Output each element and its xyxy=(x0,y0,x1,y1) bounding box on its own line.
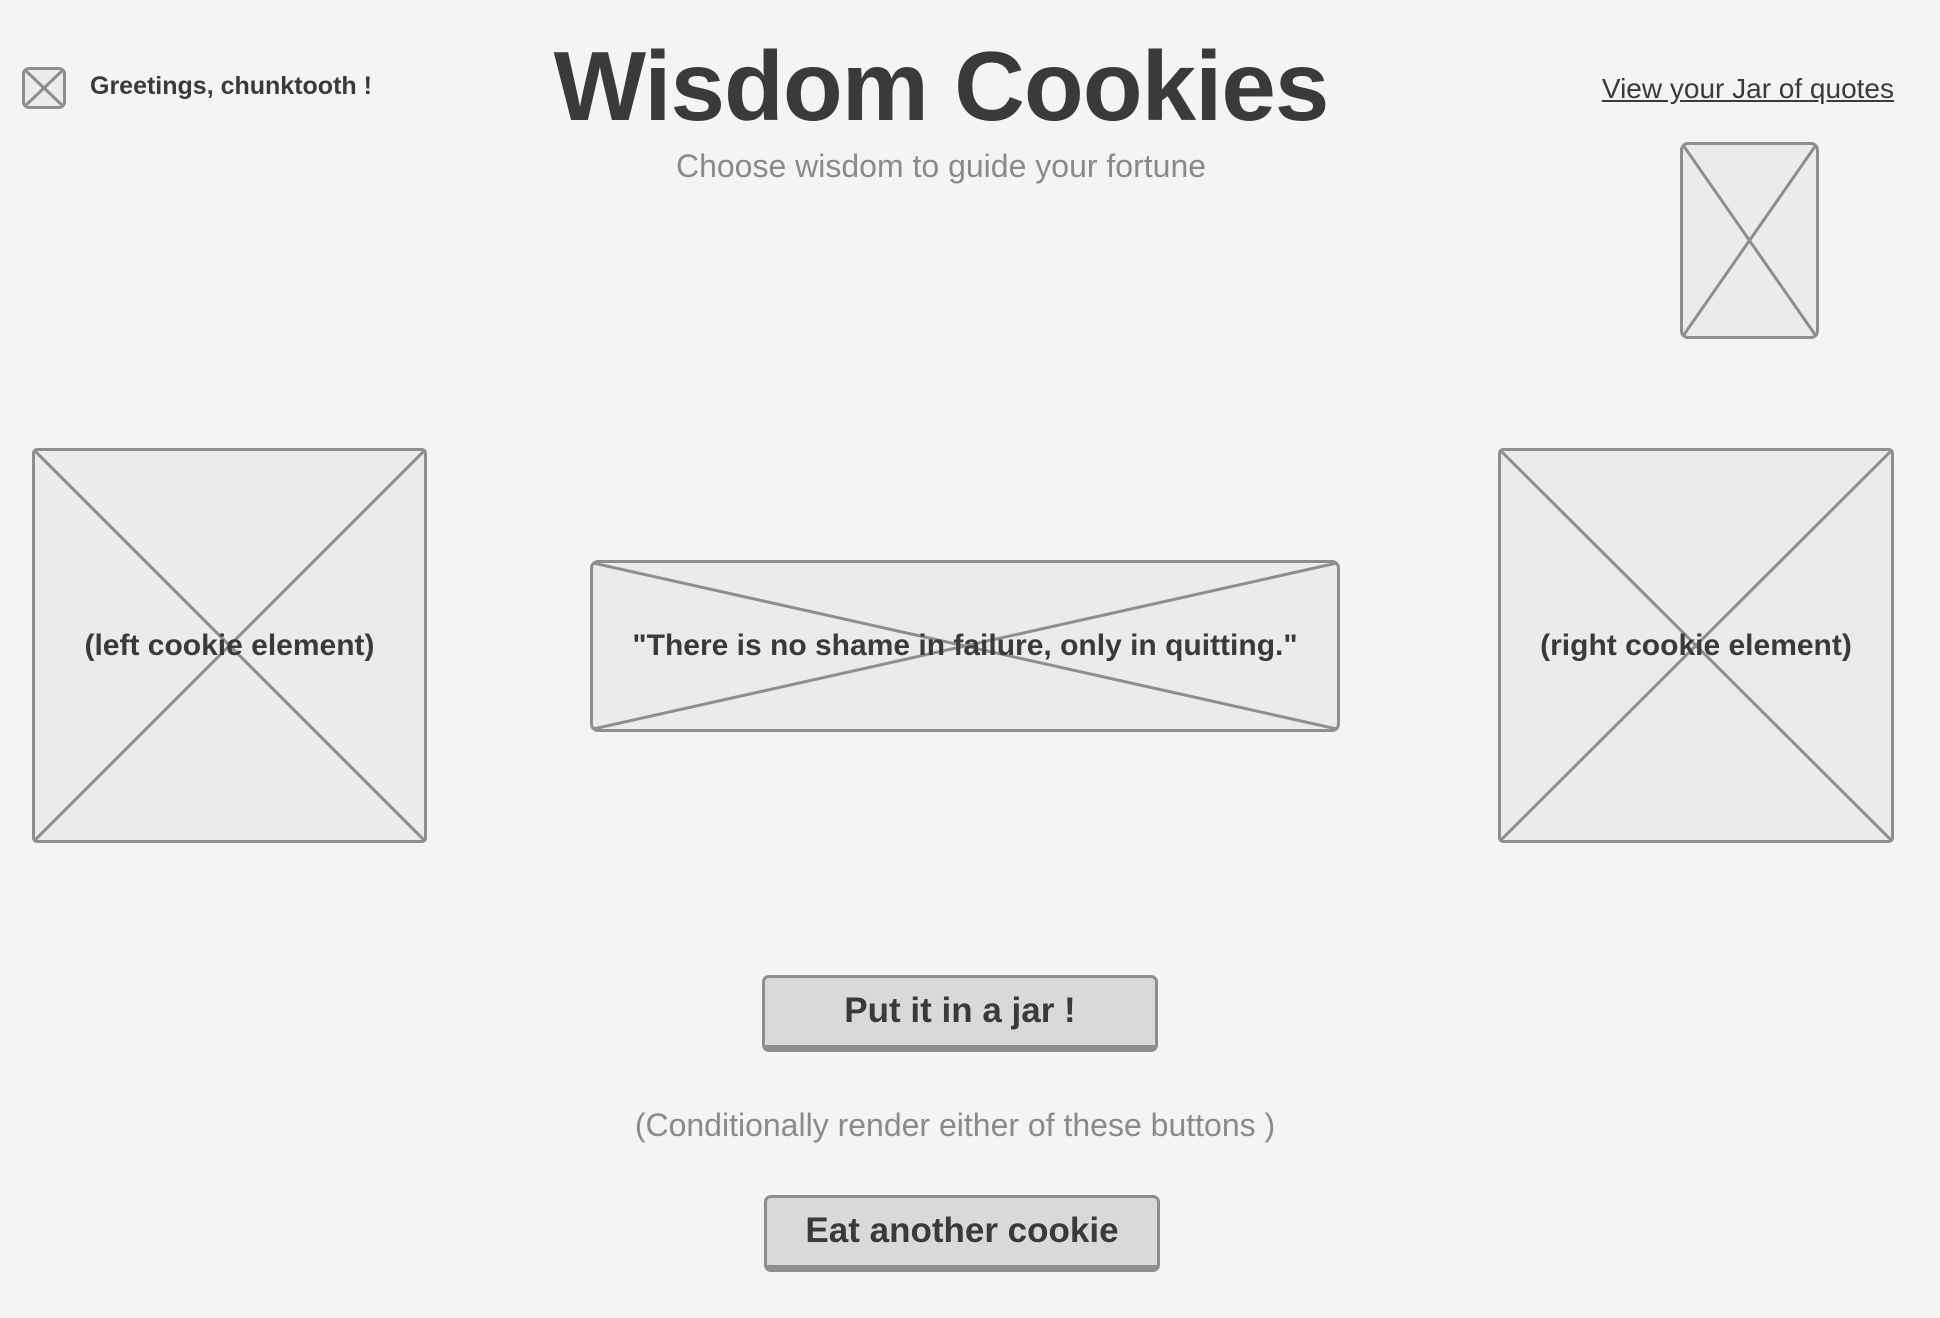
left-cookie-label: (left cookie element) xyxy=(84,628,375,662)
page-title: Wisdom Cookies xyxy=(553,31,1330,141)
eat-another-cookie-button[interactable]: Eat another cookie xyxy=(764,1195,1160,1272)
view-jar-link[interactable]: View your Jar of quotes xyxy=(1602,73,1894,105)
quote-box: "There is no shame in failure, only in q… xyxy=(590,560,1340,732)
jar-image-placeholder-icon xyxy=(1683,145,1816,336)
left-cookie[interactable]: (left cookie element) xyxy=(32,448,427,843)
conditional-render-note: (Conditionally render either of these bu… xyxy=(634,1107,1276,1143)
right-cookie[interactable]: (right cookie element) xyxy=(1498,448,1894,843)
right-cookie-label: (right cookie element) xyxy=(1540,628,1852,662)
jar-image[interactable] xyxy=(1680,142,1819,339)
quote-text: "There is no shame in failure, only in q… xyxy=(632,629,1298,662)
put-in-jar-button[interactable]: Put it in a jar ! xyxy=(762,975,1158,1052)
page-subtitle: Choose wisdom to guide your fortune xyxy=(675,148,1207,184)
